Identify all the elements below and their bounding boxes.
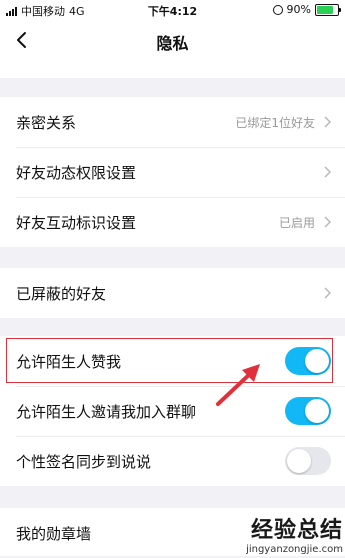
friend-interaction-badge-row[interactable]: 好友互动标识设置 已启用: [0, 197, 345, 247]
battery-icon: [315, 3, 341, 16]
row-label: 亲密关系: [16, 113, 77, 132]
row-label: 个性签名同步到说说: [16, 452, 152, 471]
row-value: 已启用: [278, 215, 315, 230]
friend-feed-permission-row[interactable]: 好友动态权限设置: [0, 147, 345, 197]
row-label: 好友互动标识设置: [16, 213, 137, 232]
blocked-friends-row[interactable]: 已屏蔽的好友: [0, 268, 345, 318]
previous-group-bottom: [0, 60, 345, 78]
watermark: 经验总结 jingyanzongjie.com: [246, 518, 343, 556]
toggle-knob: [287, 449, 311, 473]
chevron-right-icon: [324, 166, 331, 178]
signature-sync-toggle[interactable]: [285, 447, 331, 475]
status-right: 90%: [272, 3, 341, 16]
battery-fill: [317, 5, 334, 14]
chevron-right-icon: [324, 216, 331, 228]
chevron-right-icon: [324, 287, 331, 299]
rotation-lock-icon: [272, 4, 283, 15]
blocked-group: 已屏蔽的好友: [0, 268, 345, 318]
row-value: 已绑定1位好友: [235, 115, 315, 130]
relations-group: 亲密关系 已绑定1位好友 好友动态权限设置 好友互动标识设置 已启用: [0, 97, 345, 247]
toggle-knob: [305, 399, 329, 423]
red-arrow-icon: [216, 364, 260, 406]
row-label: 好友动态权限设置: [16, 163, 137, 182]
allow-stranger-group-invite-row: 允许陌生人邀请我加入群聊: [0, 386, 345, 436]
highlight-box: [6, 338, 333, 383]
nav-bar: 隐私: [0, 20, 345, 60]
status-bar: 中国移动 4G 下午4:12 90%: [0, 0, 345, 20]
chevron-right-icon: [324, 116, 331, 128]
watermark-text: 经验总结: [250, 518, 343, 543]
signature-sync-row: 个性签名同步到说说: [0, 436, 345, 486]
battery-percent: 90%: [286, 3, 311, 16]
allow-stranger-group-invite-toggle[interactable]: [285, 397, 331, 425]
page-title: 隐私: [156, 34, 189, 53]
watermark-url: jingyanzongjie.com: [246, 544, 343, 555]
row-label: 已屏蔽的好友: [16, 284, 107, 303]
intimate-relation-row[interactable]: 亲密关系 已绑定1位好友: [0, 97, 345, 147]
